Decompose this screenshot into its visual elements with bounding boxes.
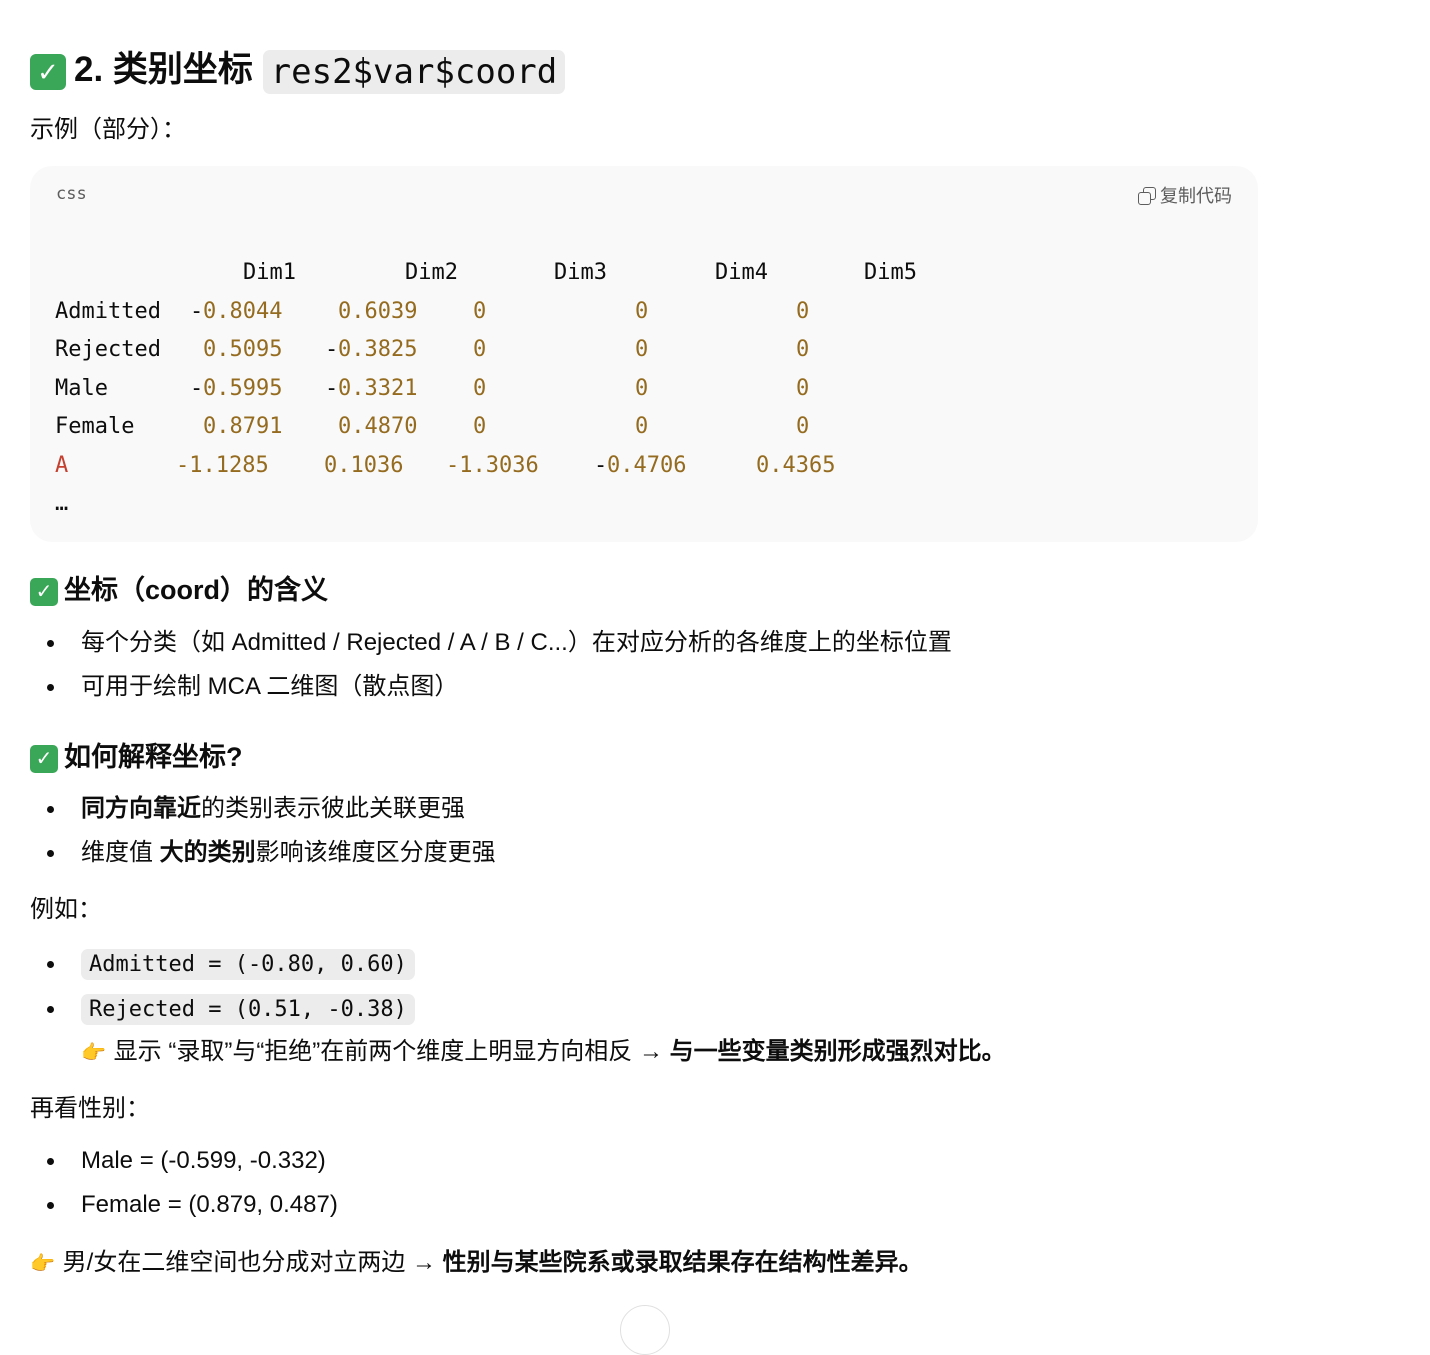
value: 0 — [635, 298, 649, 324]
example-label: 例如： — [30, 896, 102, 923]
heading-inline-code: res2$var$coord — [262, 49, 566, 94]
example-list: Admitted = (-0.80, 0.60) Rejected = (0.5… — [30, 942, 415, 1032]
row-label: Admitted — [55, 298, 161, 324]
code-row: … — [55, 485, 161, 524]
gender-label: 再看性别： — [30, 1095, 150, 1122]
bold-text: 性别与某些院系或录取结果存在结构性差异。 — [442, 1249, 923, 1276]
value: 0 — [796, 298, 810, 324]
gender-list: Male = (-0.599, -0.332) Female = (0.879,… — [30, 1139, 338, 1227]
value: 0.4870 — [338, 414, 418, 439]
value: -1.3036 — [446, 452, 539, 478]
value: 0 — [635, 375, 649, 401]
section-heading: ✓ 2. 类别坐标 res2$var$coord — [30, 46, 566, 96]
heading-title: 2. 类别坐标 — [74, 50, 253, 89]
note-text: 显示 “录取”与“拒绝”在前两个维度上明显方向相反 → — [107, 1038, 670, 1065]
check-mark-icon: ✓ — [30, 53, 66, 90]
copy-code-label: 复制代码 — [1160, 186, 1232, 206]
interpret-title: 如何解释坐标? — [64, 742, 243, 772]
list-item-text: 影响该维度区分度更强 — [255, 839, 496, 866]
ellipsis: … — [55, 491, 69, 516]
list-item-text: 的类别表示彼此关联更强 — [201, 795, 465, 822]
value: 0 — [796, 337, 810, 362]
sign: - — [325, 375, 339, 401]
sign: - — [190, 375, 204, 401]
row-label: Rejected — [55, 337, 161, 362]
copy-icon — [1138, 187, 1156, 205]
row-label: Female — [55, 414, 135, 439]
inline-code: Rejected = (0.51, -0.38) — [81, 994, 415, 1025]
inline-code: Admitted = (-0.80, 0.60) — [81, 949, 415, 980]
list-item: 维度值 大的类别影响该维度区分度更强 — [30, 831, 496, 875]
value: 0 — [796, 414, 810, 439]
bold-text: 大的类别 — [159, 839, 256, 866]
value: 0.8791 — [203, 414, 283, 439]
check-mark-icon: ✓ — [30, 577, 58, 606]
check-mark-icon: ✓ — [30, 744, 58, 773]
example-note: 👉 显示 “录取”与“拒绝”在前两个维度上明显方向相反 → 与一些变量类别形成强… — [81, 1036, 1006, 1069]
coord-meaning-title: 坐标（coord）的含义 — [64, 575, 329, 605]
intro-text: 示例（部分）： — [30, 116, 186, 143]
value: -1.1285 — [176, 452, 269, 478]
code-row: Female 0.8791 0.4870 0 0 0 — [55, 408, 809, 447]
bold-text: 与一些变量类别形成强烈对比。 — [669, 1038, 1006, 1065]
value: 0.3825 — [338, 337, 418, 362]
list-item: 可用于绘制 MCA 二维图（散点图） — [30, 665, 952, 709]
copy-code-button[interactable]: 复制代码 — [1138, 182, 1232, 208]
list-item-text: 维度值 — [81, 839, 160, 866]
value: 0.5095 — [203, 337, 283, 362]
value: 0.5995 — [203, 375, 283, 401]
pointing-hand-icon: 👉 — [81, 1042, 106, 1064]
code-row: A -1.1285 0.1036 -1.3036 - 0.4706 0.4365 — [55, 447, 835, 486]
interpret-list: 同方向靠近的类别表示彼此关联更强 维度值 大的类别影响该维度区分度更强 — [30, 787, 496, 875]
conclusion: 👉 男/女在二维空间也分成对立两边 → 性别与某些院系或录取结果存在结构性差异。 — [30, 1247, 923, 1280]
value: 0.6039 — [338, 298, 418, 324]
value: 0 — [635, 414, 649, 439]
sign: - — [325, 337, 339, 362]
value: 0 — [473, 337, 487, 362]
code-language-label: css — [56, 184, 87, 204]
coord-meaning-heading: ✓ 坐标（coord）的含义 — [30, 571, 328, 609]
value: 0.4706 — [607, 452, 687, 478]
scroll-down-button[interactable] — [620, 1305, 670, 1355]
code-content: Dim1 Dim2 Dim3 Dim4 Dim5 Admitted - 0.80… — [55, 254, 917, 524]
value: 0.3321 — [338, 375, 418, 401]
value: 0.4365 — [756, 452, 836, 478]
value: 0.1036 — [324, 452, 404, 478]
column-header: Dim1 — [243, 260, 296, 285]
code-row: Rejected 0.5095 - 0.3825 0 0 0 — [55, 331, 809, 370]
code-header-row: Dim1 Dim2 Dim3 Dim4 Dim5 — [55, 254, 917, 293]
code-row: Admitted - 0.8044 0.6039 0 0 0 — [55, 293, 809, 332]
sign: - — [594, 452, 608, 478]
value: 0 — [796, 375, 810, 401]
pointing-hand-icon: 👉 — [30, 1253, 55, 1275]
code-block: css 复制代码 Dim1 Dim2 Dim3 Dim4 Dim5 Admitt… — [30, 166, 1258, 542]
list-item: Admitted = (-0.80, 0.60) — [30, 942, 415, 987]
conclusion-text: 男/女在二维空间也分成对立两边 → — [56, 1249, 443, 1276]
bold-text: 同方向靠近 — [81, 795, 201, 822]
column-header: Dim3 — [554, 260, 607, 285]
list-item: Female = (0.879, 0.487) — [30, 1183, 338, 1227]
value: 0 — [473, 414, 487, 439]
list-item: Male = (-0.599, -0.332) — [30, 1139, 338, 1183]
list-item: Rejected = (0.51, -0.38) — [30, 987, 415, 1032]
sign: - — [190, 298, 204, 324]
code-row: Male - 0.5995 - 0.3321 0 0 0 — [55, 370, 809, 409]
column-header: Dim4 — [715, 260, 768, 285]
value: 0 — [473, 298, 487, 324]
value: 0 — [635, 337, 649, 362]
row-label: Male — [55, 375, 108, 401]
value: 0.8044 — [203, 298, 283, 324]
coord-meaning-list: 每个分类（如 Admitted / Rejected / A / B / C..… — [30, 621, 952, 709]
column-header: Dim2 — [405, 260, 458, 285]
value: 0 — [473, 375, 487, 401]
list-item: 每个分类（如 Admitted / Rejected / A / B / C..… — [30, 621, 952, 665]
column-header: Dim5 — [864, 260, 917, 285]
list-item: 同方向靠近的类别表示彼此关联更强 — [30, 787, 496, 831]
row-label: A — [55, 452, 69, 478]
interpret-heading: ✓ 如何解释坐标? — [30, 738, 243, 776]
